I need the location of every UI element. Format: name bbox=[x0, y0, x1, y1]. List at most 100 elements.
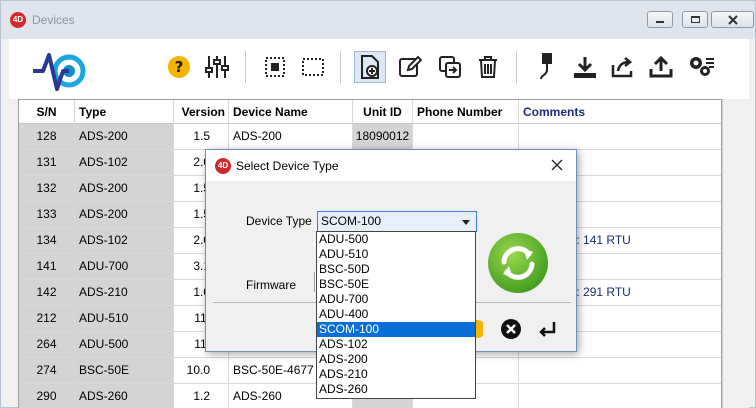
cell-type: ADS-260 bbox=[75, 384, 174, 408]
cell-type: ADS-200 bbox=[75, 202, 174, 227]
cell-version: 10.0 bbox=[174, 358, 229, 383]
cell-sn: 132 bbox=[19, 176, 75, 201]
cell-sn: 134 bbox=[19, 228, 75, 253]
settings-button[interactable] bbox=[201, 51, 233, 83]
cell-phone-number bbox=[413, 124, 519, 149]
cell-sn: 212 bbox=[19, 306, 75, 331]
toolbar-separator bbox=[340, 51, 341, 83]
usb-cable-icon bbox=[540, 53, 552, 80]
cell-type: ADU-500 bbox=[75, 332, 174, 357]
dialog-logo-icon: 4D bbox=[215, 158, 231, 174]
cell-device-name: ADS-200 bbox=[229, 124, 353, 149]
column-header-version[interactable]: Version bbox=[174, 100, 229, 124]
download-button[interactable] bbox=[569, 51, 601, 83]
cell-type: ADS-200 bbox=[75, 124, 174, 149]
cell-comments bbox=[519, 358, 721, 383]
copy-device-button[interactable] bbox=[434, 51, 466, 83]
dropdown-option[interactable]: ADS-200 bbox=[317, 352, 475, 367]
cell-version: 1.5 bbox=[174, 124, 229, 149]
column-header-comments[interactable]: Comments bbox=[519, 100, 721, 124]
dialog-close-button[interactable] bbox=[546, 155, 568, 175]
title-bar: 4D Devices bbox=[1, 1, 755, 39]
sliders-icon bbox=[205, 56, 229, 78]
delete-device-button[interactable] bbox=[472, 51, 504, 83]
toolbar-separator bbox=[245, 51, 246, 83]
cell-type: BSC-50E bbox=[75, 358, 174, 383]
share-icon bbox=[611, 57, 633, 78]
brand-logo-icon bbox=[33, 53, 86, 91]
dropdown-option[interactable]: ADU-700 bbox=[317, 292, 475, 307]
column-header-device-name[interactable]: Device Name bbox=[229, 100, 353, 124]
close-button[interactable] bbox=[711, 11, 754, 28]
cancel-button[interactable] bbox=[500, 318, 522, 340]
cell-sn: 131 bbox=[19, 150, 75, 175]
close-icon bbox=[727, 14, 738, 25]
edit-device-button[interactable] bbox=[394, 51, 426, 83]
table-scrollbar[interactable] bbox=[722, 99, 749, 408]
cell-type: ADS-102 bbox=[75, 228, 174, 253]
minimize-button[interactable] bbox=[647, 11, 673, 28]
add-device-button[interactable] bbox=[354, 51, 386, 83]
device-type-dropdown-list[interactable]: ADU-500 ADU-510 BSC-50D BSC-50E ADU-700 ADU-4… bbox=[316, 231, 476, 399]
column-header-type[interactable]: Type bbox=[75, 100, 174, 124]
column-header-sn[interactable]: S/N bbox=[19, 100, 75, 124]
firmware-label: Firmware bbox=[246, 278, 296, 292]
edit-icon bbox=[399, 55, 422, 77]
cell-version: 1.2 bbox=[174, 384, 229, 408]
maximize-button[interactable] bbox=[682, 11, 708, 28]
device-type-label: Device Type bbox=[246, 214, 312, 228]
cell-type: ADU-700 bbox=[75, 254, 174, 279]
gears-list-icon bbox=[690, 57, 714, 76]
help-button[interactable]: ? bbox=[163, 51, 195, 83]
upload-button[interactable] bbox=[645, 51, 677, 83]
help-icon: ? bbox=[168, 56, 190, 78]
window-title: Devices bbox=[32, 13, 75, 27]
cell-sn: 133 bbox=[19, 202, 75, 227]
cell-unit-id: 18090012 bbox=[353, 124, 413, 149]
dropdown-option[interactable]: ADS-260 bbox=[317, 382, 475, 397]
refresh-button[interactable] bbox=[487, 232, 549, 294]
confirm-button[interactable] bbox=[536, 318, 558, 340]
table-header: S/N Type Version Device Name Unit ID Pho… bbox=[19, 100, 721, 124]
column-header-phone-number[interactable]: Phone Number bbox=[413, 100, 519, 124]
dropdown-option[interactable]: BSC-50D bbox=[317, 262, 475, 277]
cell-sn: 142 bbox=[19, 280, 75, 305]
cell-type: ADS-102 bbox=[75, 150, 174, 175]
device-config-button[interactable] bbox=[685, 51, 717, 83]
dropdown-option[interactable]: BSC-50E bbox=[317, 277, 475, 292]
cell-comments bbox=[519, 384, 721, 408]
cell-comments bbox=[519, 124, 721, 149]
upload-icon bbox=[649, 55, 673, 78]
dropdown-option[interactable]: ADU-510 bbox=[317, 247, 475, 262]
cell-type: ADS-200 bbox=[75, 176, 174, 201]
toolbar-separator bbox=[516, 51, 517, 83]
dropdown-option[interactable]: ADU-500 bbox=[317, 232, 475, 247]
cell-sn: 290 bbox=[19, 384, 75, 408]
select-all-icon bbox=[265, 57, 285, 77]
cell-type: ADS-210 bbox=[75, 280, 174, 305]
cell-sn: 141 bbox=[19, 254, 75, 279]
device-type-select[interactable]: SCOM-100 bbox=[317, 211, 477, 232]
table-row[interactable]: 128 ADS-200 1.5 ADS-200 18090012 bbox=[19, 124, 721, 150]
deselect-button[interactable] bbox=[297, 51, 329, 83]
dialog-title: Select Device Type bbox=[236, 159, 339, 173]
device-type-selected-value: SCOM-100 bbox=[321, 214, 382, 228]
cell-sn: 264 bbox=[19, 332, 75, 357]
dropdown-option[interactable]: ADS-210 bbox=[317, 367, 475, 382]
minimize-icon bbox=[656, 21, 664, 23]
usb-connect-button[interactable] bbox=[531, 51, 563, 83]
close-icon bbox=[551, 159, 563, 171]
dropdown-option[interactable]: SCOM-100 bbox=[317, 322, 475, 337]
select-all-button[interactable] bbox=[259, 51, 291, 83]
deselect-icon bbox=[302, 58, 324, 76]
dropdown-option[interactable]: ADU-400 bbox=[317, 307, 475, 322]
svg-text:?: ? bbox=[175, 58, 184, 76]
trash-icon bbox=[479, 56, 497, 78]
copy-icon bbox=[439, 56, 461, 78]
toolbar: ? bbox=[9, 39, 749, 99]
enter-arrow-icon bbox=[539, 322, 556, 337]
dropdown-option[interactable]: ADS-102 bbox=[317, 337, 475, 352]
cell-sn: 128 bbox=[19, 124, 75, 149]
share-button[interactable] bbox=[607, 51, 639, 83]
column-header-unit-id[interactable]: Unit ID bbox=[353, 100, 413, 124]
